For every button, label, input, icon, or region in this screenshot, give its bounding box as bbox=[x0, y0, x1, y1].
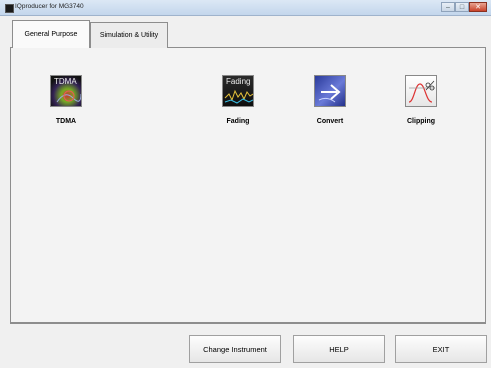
tool-fading[interactable]: Fading Fading bbox=[203, 75, 273, 125]
fading-icon-graphic bbox=[224, 89, 253, 104]
tab-simulation-utility[interactable]: Simulation & Utility bbox=[90, 22, 168, 48]
fading-icon[interactable]: Fading bbox=[222, 75, 254, 107]
maximize-button[interactable]: □ bbox=[455, 2, 469, 12]
tool-tdma[interactable]: TDMA TDMA bbox=[31, 75, 101, 125]
fading-label: Fading bbox=[226, 118, 250, 125]
exit-button[interactable]: EXIT bbox=[395, 335, 487, 363]
clipping-icon[interactable] bbox=[405, 75, 437, 107]
convert-label: Convert bbox=[316, 118, 344, 125]
tool-clipping[interactable]: Clipping bbox=[386, 75, 456, 125]
clipping-scissors-icon bbox=[408, 80, 435, 103]
tdma-label: TDMA bbox=[55, 118, 77, 125]
app-icon bbox=[5, 4, 14, 13]
close-button[interactable]: ✕ bbox=[469, 2, 487, 12]
tdma-icon-graphic bbox=[56, 90, 81, 103]
minimize-button[interactable]: – bbox=[441, 2, 455, 12]
tdma-icon[interactable]: TDMA bbox=[50, 75, 82, 107]
convert-icon[interactable] bbox=[314, 75, 346, 107]
tool-convert[interactable]: Convert bbox=[295, 75, 365, 125]
title-bar: IQproducer for MG3740 – □ ✕ bbox=[0, 0, 491, 16]
tab-general-purpose[interactable]: General Purpose bbox=[12, 20, 90, 48]
convert-arrow-icon bbox=[318, 84, 341, 103]
help-button[interactable]: HELP bbox=[293, 335, 385, 363]
change-instrument-button[interactable]: Change Instrument bbox=[189, 335, 281, 363]
window-title: IQproducer for MG3740 bbox=[15, 3, 84, 10]
clipping-label: Clipping bbox=[407, 118, 435, 125]
